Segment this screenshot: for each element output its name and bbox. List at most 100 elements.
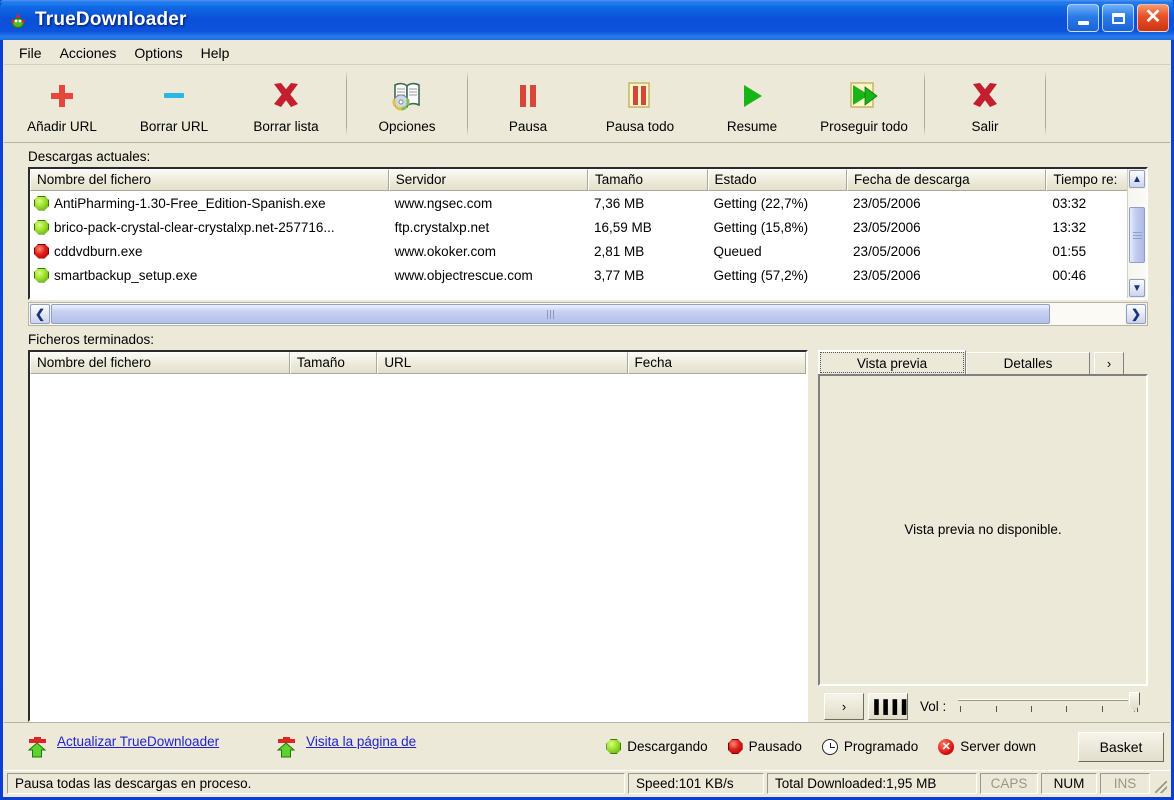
- column-header-filename[interactable]: Nombre del fichero: [30, 352, 290, 374]
- cell-server: www.ngsec.com: [394, 195, 493, 211]
- table-row[interactable]: AntiPharming-1.30-Free_Edition-Spanish.e…: [30, 191, 1146, 215]
- preview-stop-button[interactable]: ▐▐▐▐: [868, 692, 908, 720]
- green-octagon-icon: [34, 219, 49, 235]
- column-header-filename[interactable]: Nombre del fichero: [30, 169, 389, 191]
- scroll-thumb[interactable]: [1129, 207, 1145, 263]
- cell-filename: smartbackup_setup.exe: [54, 267, 198, 283]
- preview-play-button[interactable]: ›: [824, 692, 864, 720]
- cell-size: 3,77 MB: [593, 267, 645, 283]
- cell-server: www.objectrescue.com: [394, 267, 533, 283]
- scroll-up-button[interactable]: ▲: [1129, 170, 1145, 188]
- clock-icon: [821, 738, 838, 755]
- exit-x-icon: [969, 77, 1001, 115]
- legend-paused: Pausado: [727, 739, 802, 754]
- hscroll-thumb[interactable]: [51, 304, 1050, 324]
- scroll-down-button[interactable]: ▼: [1129, 279, 1145, 297]
- scroll-grip-icon: [546, 309, 548, 319]
- toolbar-button-exit[interactable]: Salir: [929, 65, 1041, 142]
- legend-label: Descargando: [627, 739, 708, 754]
- cell-date: 23/05/2006: [853, 267, 921, 283]
- column-header-date[interactable]: Fecha: [627, 352, 806, 374]
- cell-server: www.okoker.com: [394, 243, 496, 259]
- red-octagon-icon: [727, 739, 743, 754]
- menu-item-help[interactable]: Help: [192, 42, 239, 64]
- title-bar[interactable]: TrueDownloader ✕: [0, 0, 1174, 40]
- maximize-button[interactable]: [1102, 4, 1134, 32]
- cell-size: 16,59 MB: [593, 219, 652, 235]
- toolbar-separator: [1045, 71, 1046, 136]
- link-label: Visita la página de: [306, 733, 417, 749]
- toolbar-separator: [924, 71, 925, 136]
- finished-files-list[interactable]: Nombre del fichero Tamaño URL Fecha: [28, 350, 808, 722]
- column-header-state[interactable]: Estado: [707, 169, 848, 191]
- menu-item-file[interactable]: File: [10, 42, 51, 64]
- volume-label: Vol :: [920, 698, 947, 714]
- scroll-right-button[interactable]: ❯: [1126, 304, 1146, 324]
- toolbar-label: Salir: [971, 119, 999, 134]
- toolbar-label: Pausa: [508, 119, 548, 134]
- hscroll-track[interactable]: [51, 303, 1125, 325]
- downloads-horizontal-scrollbar[interactable]: ❮ ❯: [28, 302, 1148, 326]
- cell-state: Queued: [713, 243, 762, 259]
- link-update-truedownloader[interactable]: Actualizar TrueDownloader: [26, 734, 219, 760]
- cell-size: 2,81 MB: [593, 243, 645, 259]
- legend-downloading: Descargando: [606, 739, 708, 754]
- toolbar-button-clear-list[interactable]: Borrar lista: [230, 65, 342, 142]
- web-arrow-icon: [275, 736, 299, 760]
- size-grip-icon[interactable]: [1152, 771, 1170, 796]
- red-octagon-icon: [34, 243, 49, 259]
- legend-label: Pausado: [748, 739, 802, 754]
- toolbar-button-add-url[interactable]: Añadir URL: [6, 65, 118, 142]
- toolbar-button-options[interactable]: Opciones: [351, 65, 463, 142]
- column-header-size[interactable]: Tamaño: [289, 352, 378, 374]
- status-speed: Speed:101 KB/s: [628, 773, 764, 794]
- column-header-server[interactable]: Servidor: [388, 169, 588, 191]
- toolbar-button-remove-url[interactable]: Borrar URL: [118, 65, 230, 142]
- menu-bar: File Acciones Options Help: [4, 41, 1170, 65]
- menu-item-acciones[interactable]: Acciones: [51, 42, 126, 64]
- downloads-vertical-scrollbar[interactable]: ▲ ▼: [1127, 169, 1146, 298]
- toolbar-button-resume[interactable]: Resume: [696, 65, 808, 142]
- table-row[interactable]: brico-pack-crystal-clear-crystalxp.net-2…: [30, 215, 1146, 239]
- finished-files-label: Ficheros terminados:: [28, 332, 155, 347]
- tab-vista-previa[interactable]: Vista previa: [818, 350, 966, 375]
- toolbar-label: Borrar URL: [139, 119, 209, 134]
- column-header-date[interactable]: Fecha de descarga: [847, 169, 1047, 191]
- scroll-left-button[interactable]: ❮: [30, 304, 50, 324]
- menu-item-options[interactable]: Options: [125, 42, 191, 64]
- book-cd-icon: [390, 77, 424, 115]
- toolbar-label: Opciones: [378, 119, 436, 134]
- toolbar-separator: [467, 71, 468, 136]
- footer-bar: Actualizar TrueDownloader Visita la pági…: [4, 722, 1170, 770]
- volume-track: [958, 699, 1128, 701]
- toolbar-label: Pausa todo: [605, 119, 675, 134]
- toolbar-button-pause[interactable]: Pausa: [472, 65, 584, 142]
- cell-date: 23/05/2006: [853, 243, 921, 259]
- volume-slider[interactable]: [956, 692, 1142, 720]
- minimize-button[interactable]: [1067, 4, 1099, 32]
- tab-detalles[interactable]: Detalles: [966, 352, 1090, 375]
- preview-pane: Vista previa no disponible.: [818, 374, 1148, 686]
- column-header-size[interactable]: Tamaño: [587, 169, 708, 191]
- current-downloads-label: Descargas actuales:: [28, 149, 151, 164]
- toolbar-button-resume-all[interactable]: Proseguir todo: [808, 65, 920, 142]
- toolbar-button-pause-all[interactable]: Pausa todo: [584, 65, 696, 142]
- tab-overflow-next-button[interactable]: ›: [1094, 352, 1124, 375]
- play-icon: [737, 77, 767, 115]
- scroll-grip-icon: [1132, 231, 1142, 233]
- table-row[interactable]: smartbackup_setup.exe www.objectrescue.c…: [30, 263, 1146, 287]
- status-bar: Pausa todas las descargas en proceso. Sp…: [4, 770, 1170, 796]
- window-controls: ✕: [1067, 4, 1169, 32]
- green-octagon-icon: [34, 267, 49, 283]
- table-row[interactable]: cddvdburn.exe www.okoker.com 2,81 MB Que…: [30, 239, 1146, 263]
- link-visit-website[interactable]: Visita la página de: [275, 734, 416, 760]
- basket-button[interactable]: Basket: [1078, 731, 1164, 762]
- close-button[interactable]: ✕: [1137, 4, 1169, 32]
- play-icon: ›: [841, 698, 847, 714]
- current-downloads-list[interactable]: Nombre del fichero Servidor Tamaño Estad…: [28, 167, 1148, 300]
- column-header-url[interactable]: URL: [377, 352, 628, 374]
- scroll-track[interactable]: [1128, 189, 1146, 278]
- tab-label: Detalles: [1003, 356, 1053, 371]
- green-octagon-icon: [34, 195, 49, 211]
- legend-server-down: ✕ Server down: [938, 738, 1036, 755]
